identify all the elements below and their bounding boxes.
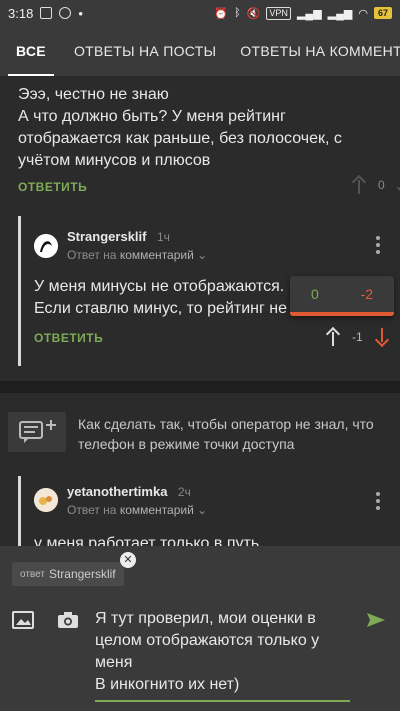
signal-icon-2: ▂▄▆	[327, 7, 353, 20]
reply-to-info[interactable]: Ответ на комментарий ⌄	[67, 248, 207, 262]
tab-post-replies[interactable]: ОТВЕТЫ НА ПОСТЫ	[62, 43, 228, 59]
comment-time: 1ч	[156, 230, 170, 244]
tab-bar: ВСЕ ОТВЕТЫ НА ПОСТЫ ОТВЕТЫ НА КОММЕНТАРИ…	[0, 26, 400, 76]
notifications-feed[interactable]: Эээ, честно не знаю А что должно быть? У…	[0, 76, 400, 546]
rating-minus: -2	[360, 286, 374, 302]
avatar[interactable]	[34, 488, 58, 512]
mute-icon: 🔇	[246, 7, 261, 20]
post-title: Как сделать так, чтобы оператор не знал,…	[78, 416, 374, 452]
chevron-down-icon: ⌄	[197, 248, 208, 262]
tab-comment-replies[interactable]: ОТВЕТЫ НА КОММЕНТАРИИ	[228, 43, 400, 59]
reply-to-target: комментарий	[119, 503, 194, 517]
vpn-badge: VPN	[266, 6, 291, 20]
comment-text-line: Эээ, честно не знаю	[18, 86, 169, 103]
more-notifications-icon: •	[78, 5, 83, 21]
vote-controls: 0	[352, 176, 400, 194]
reply-to-info[interactable]: Ответ на комментарий ⌄	[67, 503, 207, 517]
rating-popup: 0 -2	[290, 276, 394, 316]
chip-user: Strangersklif	[48, 567, 116, 581]
close-icon[interactable]: ✕	[120, 552, 136, 568]
camera-icon[interactable]	[57, 611, 79, 629]
tab-all[interactable]: ВСЕ	[0, 43, 62, 76]
reply-button[interactable]: ОТВЕТИТЬ	[18, 180, 87, 194]
comment-text-body: А что должно быть? У меня рейтинг отобра…	[18, 108, 342, 169]
chip-prefix: ответ	[20, 568, 45, 580]
battery-indicator: 67	[373, 7, 392, 19]
bluetooth-icon: ᛒ	[234, 7, 241, 19]
signal-icon: ▂▄▆	[296, 7, 322, 20]
telegram-icon	[59, 7, 72, 19]
reply-button[interactable]: ОТВЕТИТЬ	[34, 331, 103, 345]
comment-time: 2ч	[177, 485, 191, 499]
clock: 3:18	[8, 5, 34, 21]
more-options-icon[interactable]	[376, 492, 380, 510]
reply-to-prefix: Ответ на	[67, 503, 117, 517]
downvote-icon[interactable]	[375, 328, 389, 346]
send-icon[interactable]	[366, 612, 386, 628]
more-options-icon[interactable]	[376, 236, 380, 254]
app-notification-icon	[40, 7, 53, 19]
rating-plus: 0	[310, 286, 319, 302]
reply-input[interactable]: Я тут проверил, мои оценки в целом отобр…	[95, 608, 350, 702]
username[interactable]: Strangersklif	[67, 229, 146, 244]
comment-header: yetanothertimka 2ч	[67, 483, 191, 501]
chevron-down-icon: ⌄	[197, 503, 208, 517]
reply-target-chip: ответ Strangersklif	[12, 562, 124, 586]
comment-score: -1	[352, 330, 363, 344]
reply-to-prefix: Ответ на	[67, 248, 117, 262]
post-link[interactable]: Как сделать так, чтобы оператор не знал,…	[8, 412, 392, 454]
comment-text: у меня работает только в путь	[34, 535, 260, 546]
image-icon[interactable]	[12, 611, 34, 629]
comment-header: Strangersklif 1ч	[67, 228, 170, 246]
upvote-icon[interactable]	[326, 328, 340, 346]
section-divider	[0, 381, 400, 393]
alarm-icon: ⏰	[214, 7, 229, 20]
reply-to-target: комментарий	[119, 248, 194, 262]
upvote-icon[interactable]	[352, 176, 366, 194]
add-comment-icon	[8, 412, 66, 452]
status-bar: 3:18 • ⏰ ᛒ 🔇 VPN ▂▄▆ ▂▄▆ ◠ 67	[0, 0, 400, 26]
reply-draft-text: Я тут проверил, мои оценки в целом отобр…	[95, 610, 320, 693]
reply-panel: ответ Strangersklif ✕ Я тут проверил, мо…	[0, 546, 400, 711]
thread-line	[18, 216, 21, 366]
username[interactable]: yetanothertimka	[67, 484, 167, 499]
avatar[interactable]	[34, 234, 58, 258]
wifi-icon: ◠	[358, 7, 368, 20]
comment-text: Эээ, честно не знаю А что должно быть? У…	[18, 84, 390, 172]
comment-text: У меня минусы не отображаются. Если став…	[34, 278, 287, 317]
vote-controls: -1	[326, 328, 389, 346]
comment-score: 0	[378, 178, 385, 192]
thread-line	[18, 476, 21, 546]
